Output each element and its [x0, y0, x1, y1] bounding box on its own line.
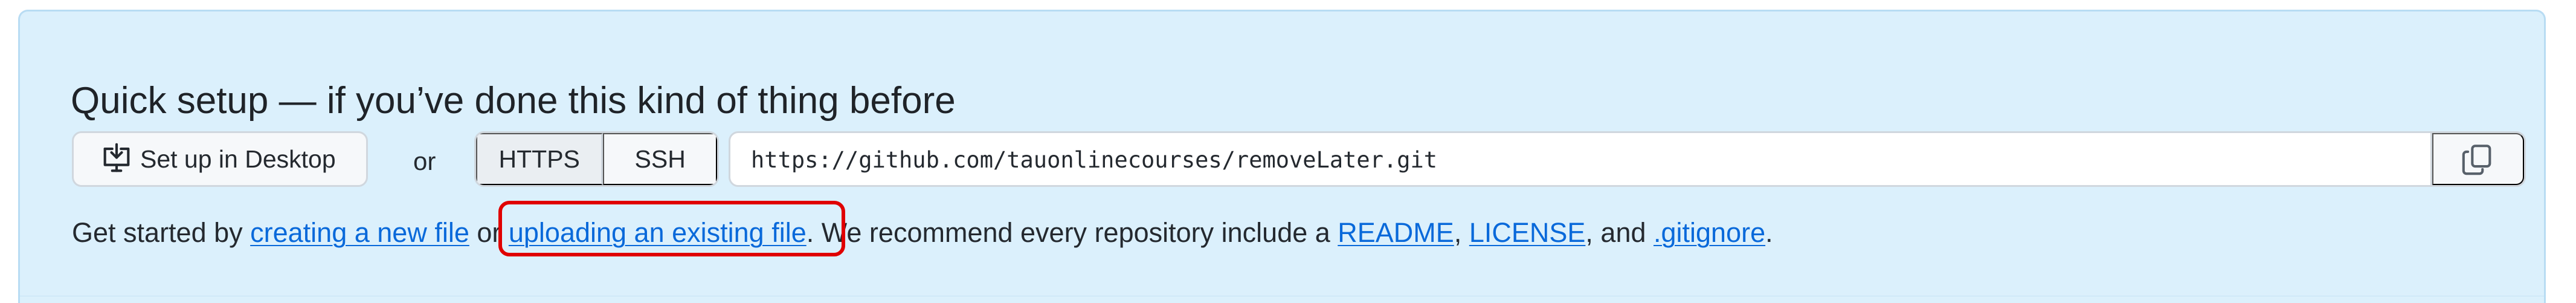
create-new-file-link[interactable]: creating a new file: [250, 217, 469, 248]
copy-url-button[interactable]: [2432, 133, 2524, 185]
clone-protocol-toggle: HTTPS SSH: [474, 131, 719, 187]
gitignore-link[interactable]: .gitignore: [1653, 217, 1765, 248]
readme-license-separator: ,: [1454, 217, 1469, 248]
upload-link-highlight: uploading an existing file: [498, 201, 845, 256]
clone-url-box: [729, 131, 2526, 187]
quick-setup-title: Quick setup — if you’ve done this kind o…: [71, 80, 956, 122]
instructions-prefix: Get started by: [72, 217, 251, 248]
https-protocol-button[interactable]: HTTPS: [476, 133, 604, 185]
set-up-in-desktop-button[interactable]: Set up in Desktop: [72, 131, 368, 187]
instructions-or: or: [469, 217, 509, 248]
quick-setup-panel: Quick setup — if you’ve done this kind o…: [18, 10, 2546, 303]
ssh-protocol-button[interactable]: SSH: [603, 133, 717, 185]
license-link[interactable]: LICENSE: [1469, 217, 1586, 248]
desktop-download-icon: [103, 143, 130, 172]
upload-existing-file-link[interactable]: uploading an existing file: [509, 217, 807, 248]
quick-setup-instructions: Get started by creating a new file or up…: [72, 201, 1773, 256]
copy-icon: [2462, 145, 2491, 175]
clone-options-or-text: or: [413, 147, 436, 175]
recommendation-text: . We recommend every repository include …: [806, 217, 1338, 248]
readme-link[interactable]: README: [1338, 217, 1454, 248]
instructions-period: .: [1765, 217, 1773, 248]
set-up-in-desktop-label: Set up in Desktop: [140, 145, 336, 173]
license-gitignore-separator: , and: [1585, 217, 1653, 248]
repository-url-field[interactable]: [751, 146, 2382, 173]
